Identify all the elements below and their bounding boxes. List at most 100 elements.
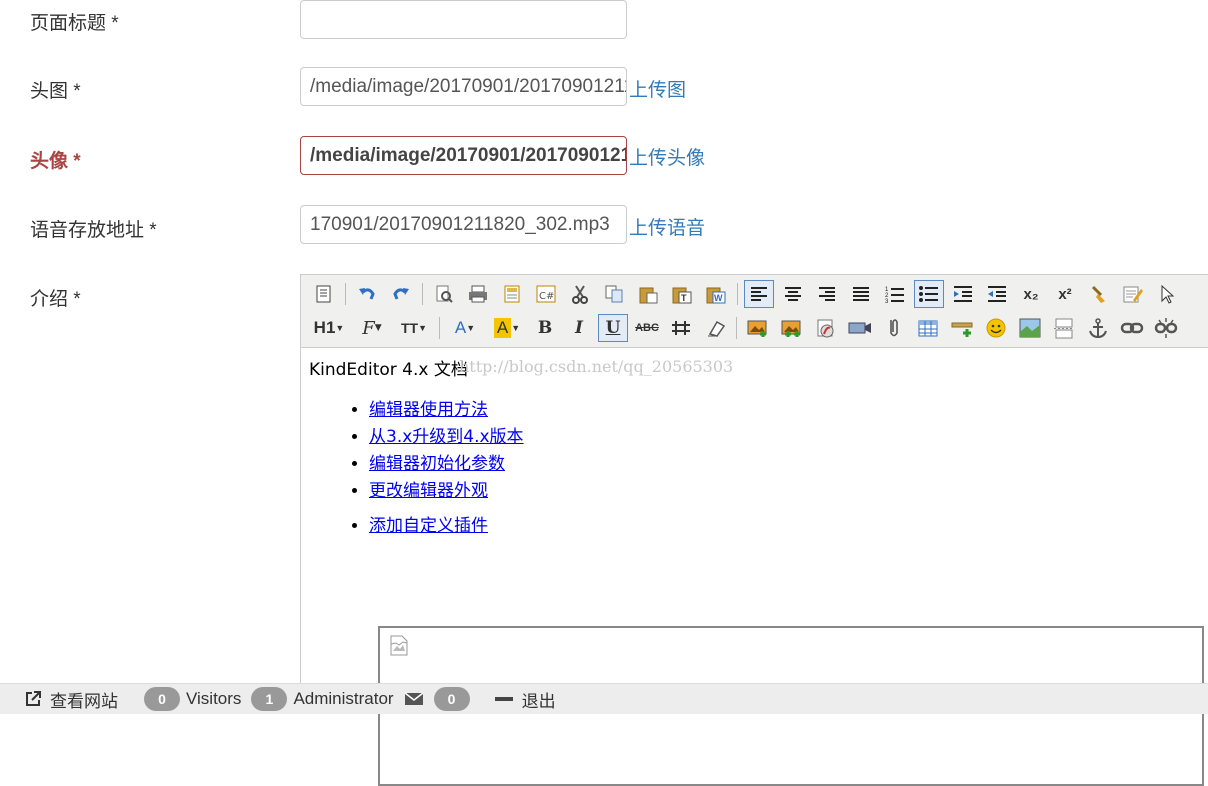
- doc-link-list: 编辑器使用方法 从3.x升级到4.x版本 编辑器初始化参数 更改编辑器外观 添加…: [349, 397, 524, 540]
- insert-file-icon[interactable]: [879, 314, 909, 342]
- head-image-input[interactable]: /media/image/20170901/20170901211820_302…: [300, 67, 627, 106]
- bold-icon[interactable]: B: [530, 314, 560, 342]
- link-icon[interactable]: [1117, 314, 1147, 342]
- font-family-icon[interactable]: F ▼: [353, 314, 391, 342]
- preview-icon[interactable]: [429, 280, 459, 308]
- hr-icon[interactable]: [947, 314, 977, 342]
- print-icon[interactable]: [463, 280, 493, 308]
- svg-text:W: W: [714, 293, 723, 303]
- justifycenter-icon[interactable]: [778, 280, 808, 308]
- upload-image-link[interactable]: 上传图: [629, 75, 686, 102]
- view-site-label: 查看网站: [50, 691, 118, 711]
- watermark: http://blog.csdn.net/qq_20565303: [459, 357, 734, 376]
- font-family-label: F: [362, 317, 375, 339]
- broken-image-icon: [390, 635, 408, 656]
- multi-image-icon[interactable]: [777, 314, 807, 342]
- logout-link[interactable]: 退出: [494, 687, 556, 712]
- doc-link-usage[interactable]: 编辑器使用方法: [369, 400, 488, 420]
- upload-audio-link[interactable]: 上传语音: [629, 213, 705, 240]
- doc-link-custom-plugin[interactable]: 添加自定义插件: [369, 516, 488, 536]
- template-icon[interactable]: [497, 280, 527, 308]
- subscript-icon[interactable]: x₂: [1016, 280, 1046, 308]
- list-item: 从3.x升级到4.x版本: [369, 424, 524, 451]
- wordpaste-icon[interactable]: W: [701, 280, 731, 308]
- dropdown-caret-icon: ▼: [466, 323, 476, 333]
- toolbar-row-2: H1 ▼ F ▼ TT ▼ A ▼ A ▼ B I U ABC: [309, 313, 1185, 343]
- svg-text:T: T: [681, 293, 687, 303]
- mail-badge: 0: [433, 687, 470, 711]
- pagebreak-icon[interactable]: [1049, 314, 1079, 342]
- rich-text-editor: C# T W 123 x₂ x² H1 ▼ F ▼ TT ▼ A ▼ A ▼ B…: [300, 274, 1208, 786]
- flash-icon[interactable]: [811, 314, 841, 342]
- ordered-list-icon[interactable]: 123: [880, 280, 910, 308]
- baidumap-icon[interactable]: [1015, 314, 1045, 342]
- view-site-link[interactable]: 查看网站: [24, 687, 118, 712]
- intro-label: 介绍 *: [30, 289, 81, 310]
- underline-icon[interactable]: U: [598, 314, 628, 342]
- italic-icon[interactable]: I: [564, 314, 594, 342]
- heading-label: H1: [313, 318, 336, 337]
- source-icon[interactable]: [309, 280, 339, 308]
- outdent-icon[interactable]: [982, 280, 1012, 308]
- avatar-input[interactable]: /media/image/20170901/20170901211820_302…: [300, 136, 627, 175]
- audio-input[interactable]: 170901/20170901211820_302.mp3: [300, 205, 627, 244]
- admin-footer-bar: 查看网站 0 Visitors 1 Administrator 0 退出: [0, 683, 1208, 714]
- audio-label: 语音存放地址 *: [30, 220, 157, 241]
- code-icon[interactable]: C#: [531, 280, 561, 308]
- list-item: 编辑器使用方法: [369, 397, 524, 424]
- hilite-color-label: A: [493, 318, 512, 338]
- undo-icon[interactable]: [352, 280, 382, 308]
- admin-indicator[interactable]: 1 Administrator: [251, 687, 394, 711]
- line-height-icon[interactable]: [666, 314, 696, 342]
- superscript-icon[interactable]: x²: [1050, 280, 1080, 308]
- svg-text:C#: C#: [539, 291, 554, 302]
- visitors-badge: 0: [144, 687, 180, 711]
- visitors-indicator[interactable]: 0 Visitors: [144, 687, 241, 711]
- heading-icon[interactable]: H1 ▼: [309, 314, 349, 342]
- unlink-icon[interactable]: [1151, 314, 1181, 342]
- selectall-icon[interactable]: [1152, 280, 1182, 308]
- unordered-list-icon[interactable]: [914, 280, 944, 308]
- hilite-color-icon[interactable]: A ▼: [488, 314, 526, 342]
- doc-link-appearance[interactable]: 更改编辑器外观: [369, 481, 488, 501]
- justifyfull-icon[interactable]: [846, 280, 876, 308]
- plainpaste-icon[interactable]: T: [667, 280, 697, 308]
- upload-avatar-link[interactable]: 上传头像: [629, 143, 705, 170]
- clearhtml-icon[interactable]: [1084, 280, 1114, 308]
- quickformat-icon[interactable]: [1118, 280, 1148, 308]
- anchor-icon[interactable]: [1083, 314, 1113, 342]
- svg-text:3: 3: [885, 299, 889, 304]
- strikethrough-icon[interactable]: ABC: [632, 314, 662, 342]
- title-input[interactable]: [300, 0, 627, 39]
- toolbar-row-1: C# T W 123 x₂ x²: [309, 279, 1186, 309]
- admin-badge: 1: [251, 687, 288, 711]
- paste-icon[interactable]: [633, 280, 663, 308]
- justifyright-icon[interactable]: [812, 280, 842, 308]
- dropdown-caret-icon: ▼: [418, 323, 428, 333]
- table-icon[interactable]: [913, 314, 943, 342]
- doc-link-init-params[interactable]: 编辑器初始化参数: [369, 454, 505, 474]
- emoticons-icon[interactable]: [981, 314, 1011, 342]
- indent-icon[interactable]: [948, 280, 978, 308]
- dropdown-caret-icon: ▼: [511, 323, 521, 333]
- list-item: 添加自定义插件: [369, 513, 524, 540]
- media-icon[interactable]: [845, 314, 875, 342]
- fore-color-label: A: [454, 318, 467, 337]
- redo-icon[interactable]: [386, 280, 416, 308]
- doc-link-upgrade[interactable]: 从3.x升级到4.x版本: [369, 427, 524, 447]
- image-icon[interactable]: [743, 314, 773, 342]
- justifyleft-icon[interactable]: [744, 280, 774, 308]
- font-size-icon[interactable]: TT ▼: [395, 314, 433, 342]
- head-image-label: 头图 *: [30, 81, 81, 102]
- editor-toolbar: C# T W 123 x₂ x² H1 ▼ F ▼ TT ▼ A ▼ A ▼ B…: [301, 275, 1208, 348]
- remove-format-icon[interactable]: [700, 314, 730, 342]
- toolbar-separator: [422, 283, 423, 305]
- font-size-label: TT: [400, 320, 419, 336]
- logout-label: 退出: [521, 691, 556, 711]
- envelope-icon: [404, 692, 424, 705]
- cut-icon[interactable]: [565, 280, 595, 308]
- mail-indicator[interactable]: 0: [404, 687, 476, 711]
- copy-icon[interactable]: [599, 280, 629, 308]
- fore-color-icon[interactable]: A ▼: [446, 314, 484, 342]
- avatar-label: 头像 *: [30, 151, 81, 172]
